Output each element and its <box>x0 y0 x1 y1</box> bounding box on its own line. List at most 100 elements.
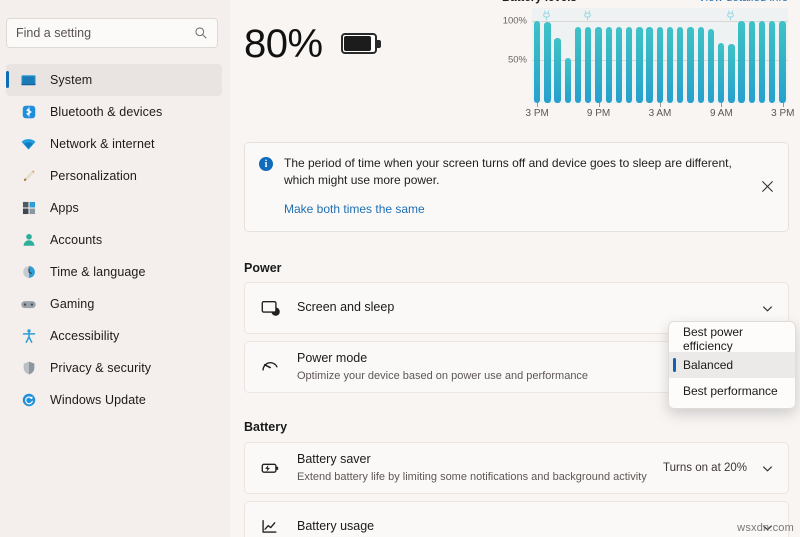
battery-saver-value: Turns on at 20% <box>663 462 747 474</box>
chart-bar <box>564 58 572 103</box>
chart-bar <box>554 38 561 103</box>
chart-bars <box>534 21 786 103</box>
update-refresh-icon <box>20 392 37 409</box>
chart-bar <box>544 21 551 103</box>
chart-bar <box>574 27 582 103</box>
sidebar-item-label: Time & language <box>50 265 146 279</box>
chart-bar <box>758 21 766 103</box>
sidebar-item-apps[interactable]: Apps <box>6 192 222 224</box>
make-both-times-same-link[interactable]: Make both times the same <box>284 202 425 216</box>
sidebar-item-personalization[interactable]: Personalization <box>6 160 222 192</box>
close-icon[interactable] <box>758 178 776 196</box>
view-detailed-info-link[interactable]: View detailed info <box>698 0 788 4</box>
chart-bars-region: 100% 50% <box>503 8 788 103</box>
banner-message: The period of time when your screen turn… <box>284 156 732 188</box>
search-input[interactable] <box>16 19 194 47</box>
x-axis-label: 9 PM <box>586 108 611 119</box>
chevron-down-icon[interactable] <box>761 462 774 475</box>
info-banner: i The period of time when your screen tu… <box>244 142 789 232</box>
row-title: Battery saver <box>297 452 371 467</box>
sidebar-item-network-internet[interactable]: Network & internet <box>6 128 222 160</box>
sidebar-item-label: Gaming <box>50 297 95 311</box>
chart-bar <box>687 27 694 103</box>
search-box[interactable] <box>6 18 218 48</box>
x-axis-label: 3 PM <box>525 108 549 119</box>
clock-globe-icon <box>20 264 37 281</box>
chart-plot-area: 100% 50% 3 PM 9 PM 3 AM 9 AM 3 PM <box>500 8 794 124</box>
accessibility-person-icon <box>20 328 37 345</box>
sidebar-item-label: Personalization <box>50 169 137 183</box>
screen-sleep-icon <box>259 297 281 319</box>
sidebar-nav: System Bluetooth & devices Network & int… <box>0 64 230 416</box>
sidebar-item-windows-update[interactable]: Windows Update <box>6 384 222 416</box>
chevron-down-icon[interactable] <box>761 302 774 315</box>
chart-bar <box>738 21 745 103</box>
chart-bar <box>656 27 664 103</box>
chart-bar <box>717 42 725 103</box>
sidebar-item-label: Privacy & security <box>50 361 152 375</box>
gamepad-icon <box>20 296 37 313</box>
battery-saver-icon <box>259 457 281 479</box>
chart-bar <box>585 27 592 103</box>
bluetooth-icon <box>20 104 37 121</box>
sidebar-item-accessibility[interactable]: Accessibility <box>6 320 222 352</box>
chart-bar <box>615 27 623 103</box>
chart-bar <box>728 43 735 103</box>
chart-bar <box>677 27 684 103</box>
chart-bar <box>707 28 715 103</box>
chart-title: Battery levels <box>502 0 577 4</box>
sidebar-item-label: Apps <box>50 201 79 215</box>
battery-section-heading: Battery <box>244 420 288 434</box>
chart-bar <box>534 21 541 103</box>
chart-bar <box>779 21 786 103</box>
apps-grid-icon <box>20 200 37 217</box>
ytick-label-100: 100% <box>502 15 527 27</box>
settings-window: System Bluetooth & devices <box>0 0 800 537</box>
battery-hero: 80% <box>244 24 381 64</box>
x-axis-tick <box>598 103 600 107</box>
battery-levels-chart: Battery levels View detailed info 100% 5… <box>500 0 794 124</box>
power-mode-dropdown: Best power efficiency Balanced Best perf… <box>668 321 796 409</box>
person-icon <box>20 232 37 249</box>
sidebar-item-label: Accessibility <box>50 329 120 343</box>
dropdown-option-best-power-efficiency[interactable]: Best power efficiency <box>669 325 795 353</box>
x-axis-tick <box>721 103 723 107</box>
x-axis-tick <box>782 103 784 107</box>
chart-bar <box>605 27 612 103</box>
info-icon: i <box>259 157 273 171</box>
chart-bar <box>697 27 704 103</box>
row-title: Battery usage <box>297 519 375 534</box>
x-axis-tick <box>537 103 539 107</box>
wifi-icon <box>20 136 37 153</box>
line-chart-icon <box>259 516 281 537</box>
battery-saver-row[interactable]: Battery saver Extend battery life by lim… <box>244 442 789 494</box>
chart-bar <box>769 21 776 103</box>
sidebar: System Bluetooth & devices <box>0 0 230 537</box>
sidebar-item-label: Windows Update <box>50 393 146 407</box>
sidebar-item-bluetooth-devices[interactable]: Bluetooth & devices <box>6 96 222 128</box>
watermark: wsxdn.com <box>737 522 794 534</box>
x-axis-tick <box>660 103 661 107</box>
sidebar-item-label: Bluetooth & devices <box>50 105 163 119</box>
paintbrush-icon <box>20 168 37 185</box>
main-content: 80% Battery levels View detailed info 10… <box>230 0 800 537</box>
sidebar-item-privacy-security[interactable]: Privacy & security <box>6 352 222 384</box>
row-subtitle: Extend battery life by limiting some not… <box>297 470 647 483</box>
chart-bar <box>595 27 602 103</box>
sidebar-item-gaming[interactable]: Gaming <box>6 288 222 320</box>
sidebar-item-accounts[interactable]: Accounts <box>6 224 222 256</box>
battery-usage-row[interactable]: Battery usage <box>244 501 789 537</box>
x-axis-label: 3 AM <box>648 108 672 119</box>
shield-icon <box>20 360 37 377</box>
battery-80-icon <box>340 33 381 55</box>
speedometer-icon <box>259 356 281 378</box>
x-axis-label: 9 AM <box>709 108 733 119</box>
dropdown-option-best-performance[interactable]: Best performance <box>669 378 795 404</box>
row-title: Screen and sleep <box>297 300 395 315</box>
chart-x-axis: 3 PM 9 PM 3 AM 9 AM 3 PM <box>526 103 794 121</box>
chart-bar <box>666 27 674 103</box>
sidebar-item-time-language[interactable]: Time & language <box>6 256 222 288</box>
sidebar-item-label: System <box>50 73 93 87</box>
sidebar-item-system[interactable]: System <box>6 64 222 96</box>
dropdown-option-balanced[interactable]: Balanced <box>669 352 795 378</box>
